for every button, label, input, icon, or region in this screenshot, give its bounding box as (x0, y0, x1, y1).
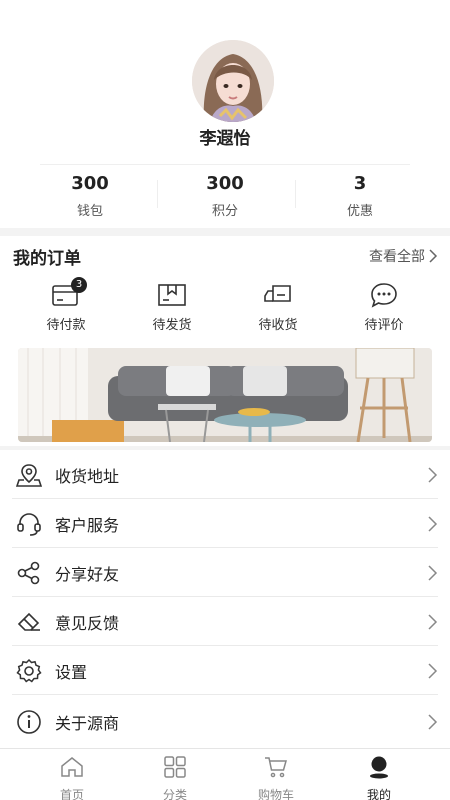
stat-value: 300 (71, 173, 109, 194)
grid-icon (164, 756, 186, 778)
gear-icon (16, 658, 42, 683)
menu-item-address[interactable]: 收货地址 (0, 450, 450, 499)
truck-icon (263, 282, 293, 308)
tab-label: 购物车 (257, 788, 294, 800)
stat-label: 积分 (211, 204, 238, 219)
order-label: 待付款 (46, 318, 86, 333)
count-badge: 3 (71, 277, 87, 293)
stat-wallet[interactable]: 300 钱包 (20, 172, 160, 219)
user-icon (370, 756, 388, 779)
tab-mine[interactable]: 我的 (339, 755, 419, 800)
chevron-right-icon (429, 249, 438, 263)
bottom-tab-bar: 首页 分类 购物车 我的 (0, 748, 450, 800)
menu-item-label: 设置 (55, 662, 88, 682)
order-pending-receipt[interactable]: 待收货 (228, 282, 328, 333)
eraser-icon (17, 612, 40, 631)
view-all-label: 查看全部 (369, 249, 425, 265)
menu-item-settings[interactable]: 设置 (0, 646, 450, 695)
order-pending-payment[interactable]: 3 待付款 (16, 277, 116, 333)
chevron-right-icon (428, 466, 438, 483)
order-label: 待评价 (364, 318, 404, 333)
order-label: 待发货 (152, 318, 192, 333)
chevron-right-icon (428, 662, 438, 679)
username: 李遐怡 (199, 129, 251, 149)
stat-coupons[interactable]: 3 优惠 (290, 172, 430, 219)
tab-label: 首页 (59, 788, 84, 800)
avatar[interactable] (192, 40, 274, 122)
menu-item-label: 收货地址 (55, 466, 120, 486)
menu-item-share[interactable]: 分享好友 (0, 548, 450, 597)
stat-points[interactable]: 300 积分 (155, 172, 295, 219)
chat-bubble-icon (369, 282, 399, 308)
location-pin-icon (16, 463, 42, 487)
stat-label: 优惠 (346, 204, 373, 219)
wallet-icon: 3 (51, 277, 87, 308)
home-icon (61, 757, 83, 777)
order-pending-review[interactable]: 待评价 (334, 282, 434, 333)
menu-item-label: 意见反馈 (55, 613, 120, 633)
menu-item-customer-service[interactable]: 客户服务 (0, 499, 450, 548)
menu-item-about[interactable]: 关于源商 (0, 697, 450, 746)
cart-icon (265, 757, 287, 778)
stat-value: 3 (353, 173, 367, 194)
orders-section: 我的订单 查看全部 3 待付款 待发货 待收货 待评价 (0, 236, 450, 446)
headset-icon (17, 512, 41, 536)
menu-item-label: 分享好友 (55, 564, 120, 584)
share-icon (17, 561, 40, 584)
info-icon (17, 709, 41, 734)
tab-cart[interactable]: 购物车 (236, 755, 316, 800)
tab-home[interactable]: 首页 (32, 755, 112, 800)
chevron-right-icon (428, 564, 438, 581)
stat-label: 钱包 (76, 204, 103, 219)
divider (12, 694, 438, 695)
promo-banner[interactable] (18, 348, 432, 442)
tab-category[interactable]: 分类 (135, 755, 215, 800)
chevron-right-icon (428, 515, 438, 532)
divider (40, 164, 410, 165)
chevron-right-icon (428, 613, 438, 630)
chevron-right-icon (428, 713, 438, 730)
profile-page: 李遐怡 300 钱包 300 积分 3 优惠 我的订单 查看全部 3 待付款 待… (0, 0, 450, 800)
profile-header: 李遐怡 300 钱包 300 积分 3 优惠 (0, 0, 450, 228)
package-icon (157, 282, 187, 308)
order-label: 待收货 (258, 318, 298, 333)
view-all-link[interactable]: 查看全部 (369, 246, 438, 266)
stat-value: 300 (206, 173, 244, 194)
tab-label: 分类 (162, 788, 187, 800)
menu-item-label: 关于源商 (55, 713, 120, 733)
section-title: 我的订单 (13, 249, 81, 269)
order-pending-shipment[interactable]: 待发货 (122, 282, 222, 333)
menu-item-label: 客户服务 (55, 515, 120, 535)
tab-label: 我的 (366, 788, 391, 800)
menu-list: 收货地址 客户服务 分享好友 意见反馈 设置 关于源商 (0, 450, 450, 748)
menu-item-feedback[interactable]: 意见反馈 (0, 597, 450, 646)
